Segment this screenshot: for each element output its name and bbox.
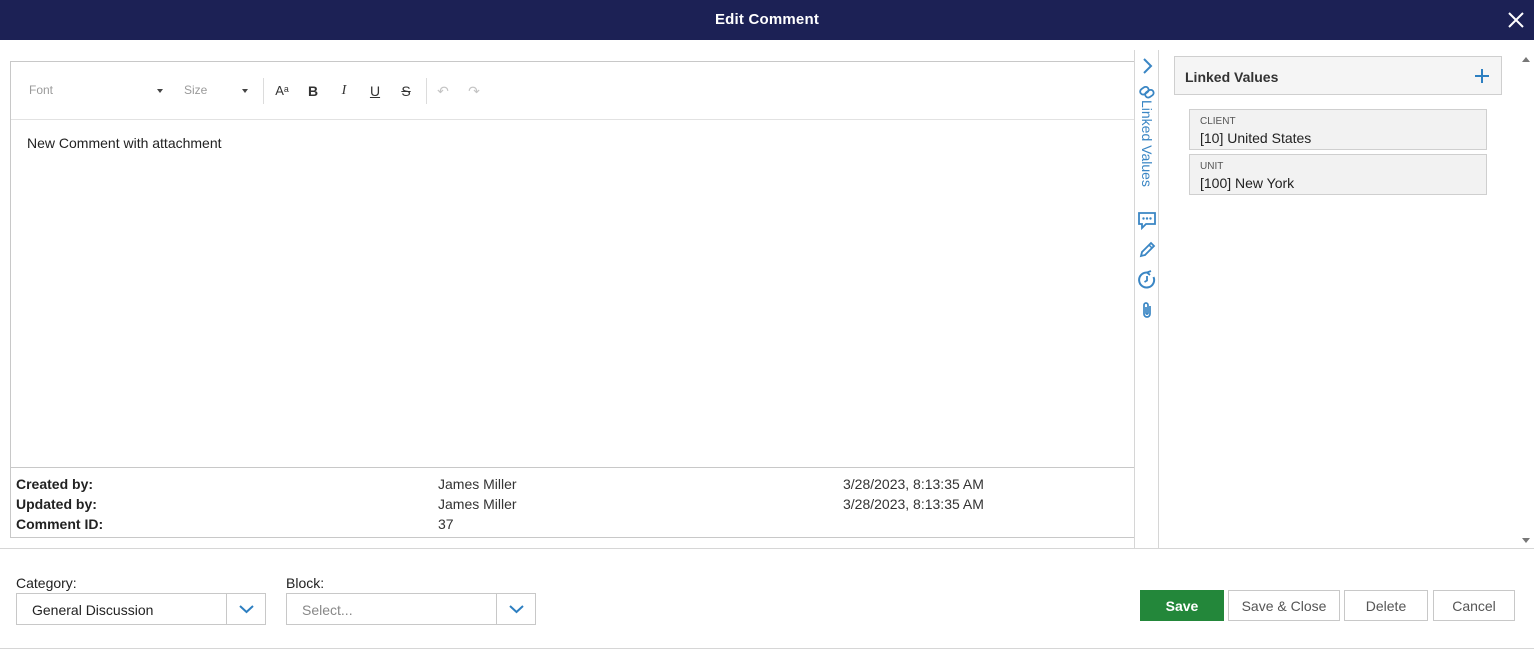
close-icon[interactable] bbox=[1507, 11, 1525, 29]
save-button[interactable]: Save bbox=[1140, 590, 1224, 621]
paperclip-icon[interactable] bbox=[1137, 300, 1157, 320]
linked-value-item[interactable]: UNIT [100] New York bbox=[1189, 154, 1487, 195]
updated-by-value: James Miller bbox=[438, 496, 517, 512]
chevron-down-icon bbox=[239, 605, 254, 614]
footer-divider bbox=[0, 548, 1534, 549]
font-select[interactable]: Font bbox=[29, 83, 164, 101]
linked-value-key: UNIT bbox=[1200, 161, 1224, 172]
created-at-value: 3/28/2023, 8:13:35 AM bbox=[843, 476, 984, 492]
underline-button[interactable]: U bbox=[365, 81, 385, 101]
toolbar-divider bbox=[426, 78, 427, 104]
linked-values-header: Linked Values bbox=[1174, 56, 1502, 95]
size-select[interactable]: Size bbox=[184, 83, 249, 101]
created-by-value: James Miller bbox=[438, 476, 517, 492]
delete-button[interactable]: Delete bbox=[1344, 590, 1428, 621]
block-dropdown-button[interactable] bbox=[496, 594, 535, 624]
comment-metadata: Created by: James Miller 3/28/2023, 8:13… bbox=[11, 467, 1134, 538]
editor-toolbar: Font Size Aᵃ B I U S ↶ ↷ bbox=[11, 62, 1134, 120]
add-icon[interactable] bbox=[1471, 65, 1493, 87]
dialog-titlebar: Edit Comment bbox=[0, 0, 1534, 40]
created-by-label: Created by: bbox=[16, 476, 94, 492]
font-size-button[interactable]: Aᵃ bbox=[272, 81, 292, 101]
comment-id-value: 37 bbox=[438, 516, 454, 532]
category-value: General Discussion bbox=[32, 602, 154, 618]
redo-button[interactable]: ↷ bbox=[464, 81, 484, 101]
strikethrough-button[interactable]: S bbox=[396, 81, 416, 101]
italic-button[interactable]: I bbox=[334, 81, 354, 101]
linked-value-value: [100] New York bbox=[1200, 175, 1295, 191]
block-label: Block: bbox=[286, 575, 325, 591]
scroll-down-icon[interactable] bbox=[1522, 538, 1530, 543]
category-label: Category: bbox=[16, 575, 77, 591]
category-dropdown-button[interactable] bbox=[226, 594, 265, 624]
history-icon[interactable] bbox=[1137, 270, 1157, 290]
chevron-down-icon bbox=[157, 89, 163, 93]
chevron-down-icon bbox=[242, 89, 248, 93]
tab-linked-values[interactable]: Linked Values bbox=[1137, 100, 1157, 200]
dialog-title: Edit Comment bbox=[714, 11, 820, 28]
linked-value-item[interactable]: CLIENT [10] United States bbox=[1189, 109, 1487, 150]
side-tab-bar: Linked Values bbox=[1134, 50, 1159, 548]
save-close-button[interactable]: Save & Close bbox=[1228, 590, 1340, 621]
cancel-button[interactable]: Cancel bbox=[1433, 590, 1515, 621]
linked-value-key: CLIENT bbox=[1200, 116, 1236, 127]
comment-text[interactable]: New Comment with attachment bbox=[27, 135, 222, 151]
bold-button[interactable]: B bbox=[303, 81, 323, 101]
link-icon[interactable] bbox=[1137, 82, 1157, 102]
linked-values-title: Linked Values bbox=[1185, 69, 1279, 85]
comment-icon[interactable] bbox=[1137, 210, 1157, 230]
panel-scrollbar[interactable] bbox=[1518, 50, 1534, 548]
bottom-divider bbox=[0, 648, 1534, 649]
font-select-label: Font bbox=[29, 83, 54, 97]
pencil-icon[interactable] bbox=[1137, 240, 1157, 260]
undo-button[interactable]: ↶ bbox=[433, 81, 453, 101]
comment-id-label: Comment ID: bbox=[16, 516, 104, 532]
chevron-right-icon[interactable] bbox=[1137, 56, 1157, 76]
block-placeholder: Select... bbox=[302, 602, 353, 618]
category-select[interactable]: General Discussion bbox=[16, 593, 266, 625]
block-select[interactable]: Select... bbox=[286, 593, 536, 625]
updated-by-label: Updated by: bbox=[16, 496, 97, 512]
scroll-up-icon[interactable] bbox=[1522, 57, 1530, 62]
size-select-label: Size bbox=[184, 83, 208, 97]
comment-editor[interactable]: Font Size Aᵃ B I U S ↶ ↷ New Comment wit… bbox=[10, 61, 1135, 538]
toolbar-divider bbox=[263, 78, 264, 104]
chevron-down-icon bbox=[509, 605, 524, 614]
linked-value-value: [10] United States bbox=[1200, 130, 1312, 146]
updated-at-value: 3/28/2023, 8:13:35 AM bbox=[843, 496, 984, 512]
